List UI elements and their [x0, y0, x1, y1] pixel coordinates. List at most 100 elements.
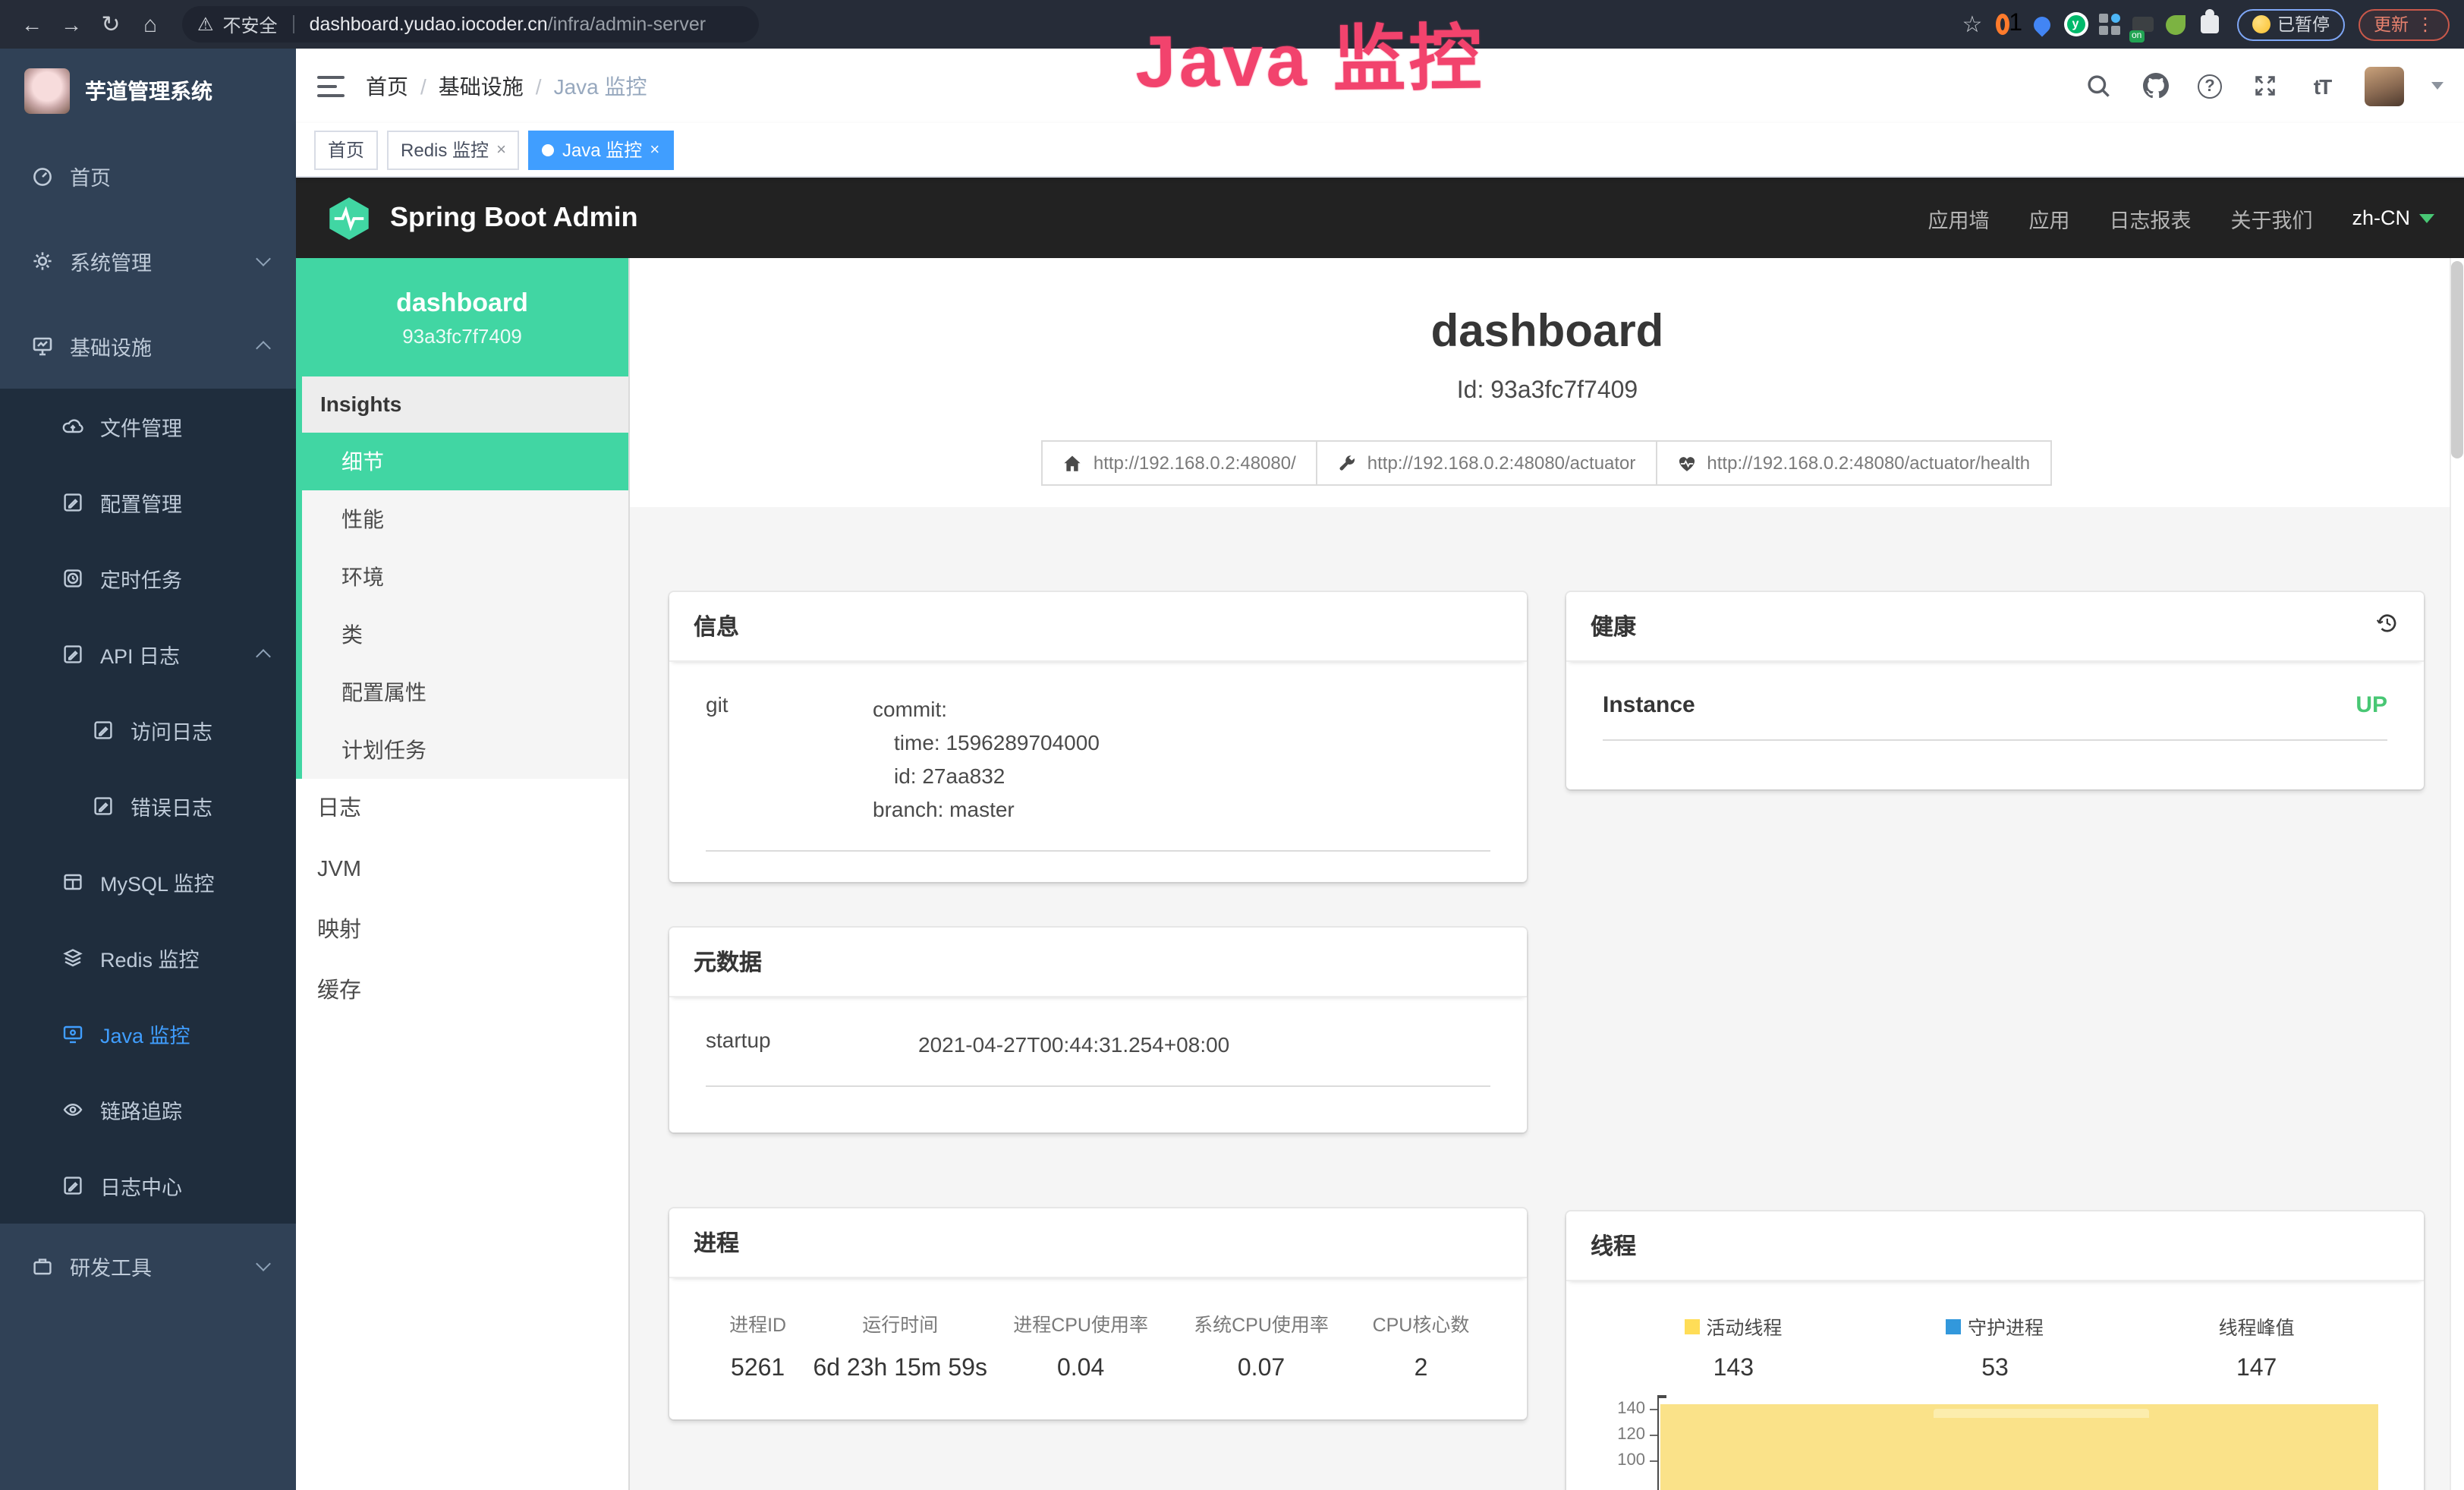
info-card: 信息 git commit: time: 1596289704000 id: 2… [669, 592, 1527, 882]
sidebar-item-scheduled-jobs[interactable]: 定时任务 [0, 540, 296, 616]
address-bar[interactable]: 不安全 dashboard.yudao.iocoder.cn/infra/adm… [182, 6, 759, 43]
fullscreen-icon[interactable] [2249, 71, 2280, 101]
content-scrollbar[interactable] [2450, 258, 2464, 1490]
sba-nav-about[interactable]: 关于我们 [2230, 203, 2312, 233]
github-icon[interactable] [2140, 71, 2170, 101]
subnav-scheduled-tasks[interactable]: 计划任务 [302, 721, 628, 779]
close-icon[interactable]: × [650, 140, 659, 159]
process-uptime: 6d 23h 15m 59s [810, 1356, 990, 1383]
browser-forward-icon[interactable] [55, 8, 88, 41]
startup-key: startup [706, 1028, 918, 1061]
breadcrumb-infra[interactable]: 基础设施 [439, 71, 524, 101]
sidebar-item-tracing[interactable]: 链路追踪 [0, 1072, 296, 1148]
sba-nav-wallboard[interactable]: 应用墙 [1927, 203, 1989, 233]
close-icon[interactable]: × [496, 140, 506, 159]
git-key: git [706, 692, 873, 826]
sba-language-select[interactable]: zh-CN [2352, 206, 2434, 229]
monitor-icon [30, 334, 55, 358]
profile-paused-chip[interactable]: 已暂停 [2236, 8, 2345, 40]
instance-header[interactable]: dashboard 93a3fc7f7409 [296, 258, 628, 376]
sidebar-item-file-manage[interactable]: 文件管理 [0, 389, 296, 465]
sidebar-item-home[interactable]: 首页 [0, 134, 296, 219]
metadata-card: 元数据 startup 2021-04-27T00:44:31.254+08:0… [669, 928, 1527, 1132]
subnav-details[interactable]: 细节 [302, 433, 628, 490]
app-logo-row[interactable]: 芋道管理系统 [0, 49, 296, 134]
extension-tampermonkey-icon[interactable]: on [2129, 11, 2156, 38]
briefcase-icon [30, 1254, 55, 1278]
threads-chart-plot [1657, 1395, 2387, 1490]
service-url-chip[interactable]: http://192.168.0.2:48080/ [1042, 440, 1317, 486]
active-dot [543, 143, 555, 156]
startup-value: 2021-04-27T00:44:31.254+08:00 [918, 1028, 1229, 1061]
instance-health-row[interactable]: Instance UP [1603, 692, 2387, 741]
sidebar-item-api-log[interactable]: API 日志 [0, 616, 296, 692]
subnav-classes[interactable]: 类 [302, 606, 628, 663]
sba-nav-applications[interactable]: 应用 [2028, 203, 2069, 233]
subnav-metrics[interactable]: 性能 [302, 490, 628, 548]
history-icon[interactable] [2374, 610, 2399, 642]
home-icon [1063, 453, 1083, 473]
subnav-environment[interactable]: 环境 [302, 548, 628, 606]
spring-boot-admin-logo [326, 195, 372, 241]
left-card-column: 信息 git commit: time: 1596289704000 id: 2… [669, 592, 1527, 1490]
chevron-up-icon [256, 649, 271, 664]
live-threads-value: 143 [1603, 1356, 1865, 1383]
subnav-mappings[interactable]: 映射 [296, 900, 628, 961]
tab-home[interactable]: 首页 [314, 130, 378, 169]
extension-yuque-icon[interactable]: y [2062, 11, 2089, 38]
search-icon[interactable] [2082, 71, 2113, 101]
process-value-row: 5261 6d 23h 15m 59s 0.04 0.07 2 [706, 1337, 1490, 1383]
browser-home-icon[interactable] [134, 8, 167, 41]
sidebar-item-config-manage[interactable]: 配置管理 [0, 465, 296, 540]
daemon-threads-swatch [1946, 1318, 1962, 1334]
breadcrumb-home[interactable]: 首页 [366, 71, 408, 101]
timer-icon [61, 566, 85, 591]
chevron-down-icon [256, 251, 271, 266]
user-menu-caret-icon[interactable] [2431, 82, 2444, 90]
bookmark-star-icon[interactable] [1956, 8, 1989, 41]
tab-redis-monitor[interactable]: Redis 监控× [387, 130, 520, 169]
subnav-caches[interactable]: 缓存 [296, 961, 628, 1022]
health-url-chip[interactable]: http://192.168.0.2:48080/actuator/health [1655, 440, 2051, 486]
health-card: 健康 Instance UP [1566, 592, 2424, 789]
sidebar-item-java-monitor[interactable]: Java 监控 [0, 996, 296, 1072]
font-size-icon[interactable] [2307, 71, 2337, 101]
sidebar-item-dev-tools[interactable]: 研发工具 [0, 1224, 296, 1309]
sidebar-item-infra[interactable]: 基础设施 [0, 304, 296, 389]
chevron-down-icon [2419, 213, 2434, 222]
instance-hero: dashboard Id: 93a3fc7f7409 http://192.16… [630, 258, 2464, 507]
extension-leaf-icon[interactable] [2162, 11, 2189, 38]
startup-row: startup 2021-04-27T00:44:31.254+08:00 [706, 1028, 1490, 1087]
sidebar-item-error-log[interactable]: 错误日志 [0, 768, 296, 844]
instance-id-line: Id: 93a3fc7f7409 [630, 376, 2464, 407]
edit-icon [61, 642, 85, 666]
sidebar-item-system[interactable]: 系统管理 [0, 219, 296, 304]
extension-orange-icon[interactable]: 1 [1995, 11, 2022, 38]
sidebar-item-mysql-monitor[interactable]: MySQL 监控 [0, 844, 296, 920]
browser-menu-kebab-icon[interactable] [2416, 11, 2434, 38]
browser-reload-icon[interactable] [94, 8, 127, 41]
subnav-config-props[interactable]: 配置属性 [302, 663, 628, 721]
gear-icon [30, 249, 55, 273]
sidebar-item-log-center[interactable]: 日志中心 [0, 1148, 296, 1224]
browser-update-chip[interactable]: 更新 [2359, 8, 2450, 40]
sba-nav-journal[interactable]: 日志报表 [2109, 203, 2191, 233]
extension-grid-icon[interactable] [2095, 11, 2123, 38]
help-icon[interactable] [2198, 74, 2222, 98]
sidebar-item-redis-monitor[interactable]: Redis 监控 [0, 920, 296, 996]
breadcrumb: 首页 / 基础设施 / Java 监控 [366, 71, 647, 101]
actuator-url-chip[interactable]: http://192.168.0.2:48080/actuator [1316, 440, 1657, 486]
sidebar-item-access-log[interactable]: 访问日志 [0, 692, 296, 768]
sidebar: 芋道管理系统 首页 系统管理 基础设施 文件管理 [0, 49, 296, 1490]
tab-java-monitor[interactable]: Java 监控× [529, 130, 673, 169]
instance-content: dashboard Id: 93a3fc7f7409 http://192.16… [630, 258, 2464, 1490]
subnav-jvm[interactable]: JVM [296, 840, 628, 900]
process-card-title: 进程 [694, 1227, 739, 1258]
extensions-puzzle-icon[interactable] [2195, 11, 2223, 38]
subnav-logs[interactable]: 日志 [296, 779, 628, 840]
browser-back-icon[interactable] [15, 8, 49, 41]
sba-header: Spring Boot Admin 应用墙 应用 日志报表 关于我们 zh-CN [296, 178, 2464, 258]
sidebar-toggle-icon[interactable] [317, 75, 345, 96]
extension-pin-icon[interactable] [2028, 11, 2056, 38]
user-avatar[interactable] [2365, 66, 2404, 106]
